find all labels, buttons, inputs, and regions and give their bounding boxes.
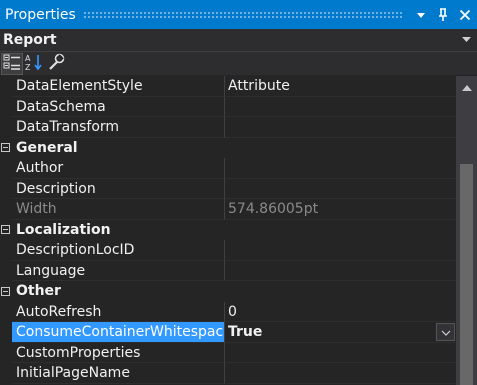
property-value[interactable] [224, 96, 456, 117]
property-row-language[interactable]: Language [0, 260, 456, 281]
property-value[interactable] [224, 158, 456, 179]
window-title: Properties [5, 6, 76, 23]
scroll-up-arrow-icon [461, 76, 472, 95]
collapse-icon[interactable] [1, 286, 10, 296]
property-value[interactable]: Attribute [224, 76, 456, 97]
category-localization[interactable]: Localization [0, 220, 456, 241]
property-name: DataSchema [12, 97, 224, 117]
property-name: Author [12, 158, 224, 179]
property-row-description[interactable]: Description [0, 178, 456, 199]
property-value[interactable] [224, 260, 456, 281]
property-row-dataelementstyle[interactable]: DataElementStyle Attribute [0, 76, 456, 97]
window-position-button[interactable] [411, 5, 431, 25]
collapse-icon[interactable] [1, 225, 10, 235]
close-icon [459, 9, 471, 21]
alphabetical-icon: A Z [25, 53, 43, 75]
property-name: Description [12, 179, 224, 199]
object-selector[interactable]: Report [0, 29, 477, 52]
category-label: Localization [16, 221, 111, 238]
collapse-icon[interactable] [1, 143, 10, 153]
property-value[interactable]: True [228, 324, 262, 340]
properties-toolbar: A Z [0, 52, 477, 75]
property-name: Language [12, 261, 224, 281]
svg-text:A: A [25, 54, 31, 63]
property-pages-icon [47, 53, 65, 75]
category-label: General [16, 139, 78, 156]
property-value[interactable] [224, 178, 456, 199]
alphabetical-button[interactable]: A Z [24, 54, 44, 74]
value-dropdown-button[interactable] [436, 323, 455, 341]
property-name: DataElementStyle [12, 76, 224, 97]
scrollbar-thumb[interactable] [460, 164, 473, 385]
selected-object-name: Report [3, 32, 57, 48]
property-name: ConsumeContainerWhitespace [12, 322, 224, 343]
property-name: DataTransform [12, 117, 224, 138]
property-row-initialpagename[interactable]: InitialPageName [0, 363, 456, 384]
categorized-button[interactable] [1, 52, 23, 75]
chevron-down-icon[interactable] [458, 32, 474, 48]
property-name: InitialPageName [12, 363, 224, 384]
property-value[interactable] [224, 363, 456, 384]
property-name: CustomProperties [12, 343, 224, 363]
property-row-author[interactable]: Author [0, 158, 456, 179]
property-row-datatransform[interactable]: DataTransform [0, 117, 456, 138]
chevron-down-icon [441, 322, 451, 342]
vertical-scrollbar[interactable] [456, 76, 477, 385]
category-general[interactable]: General [0, 138, 456, 159]
drag-grip[interactable] [82, 11, 403, 18]
property-row-consumecontainerwhitespace[interactable]: ConsumeContainerWhitespace True [0, 322, 456, 343]
scroll-up-button[interactable] [456, 76, 477, 94]
close-button[interactable] [455, 5, 475, 25]
svg-text:Z: Z [25, 63, 31, 71]
property-name: AutoRefresh [12, 302, 224, 322]
property-value[interactable] [224, 117, 456, 138]
property-row-width[interactable]: Width 574.86005pt [0, 199, 456, 220]
property-row-dataschema[interactable]: DataSchema [0, 96, 456, 117]
property-grid: DataElementStyle Attribute DataSchema Da… [0, 76, 456, 385]
property-row-autorefresh[interactable]: AutoRefresh 0 [0, 301, 456, 322]
categorized-icon [3, 53, 21, 75]
property-value-cell[interactable]: True [224, 322, 456, 343]
category-other[interactable]: Other [0, 281, 456, 302]
property-row-customproperties[interactable]: CustomProperties [0, 342, 456, 363]
pin-icon [437, 7, 449, 22]
auto-hide-button[interactable] [433, 5, 453, 25]
property-row-descriptionlocid[interactable]: DescriptionLocID [0, 240, 456, 261]
property-name: DescriptionLocID [12, 240, 224, 261]
dropdown-arrow-icon [415, 9, 427, 21]
property-value[interactable] [224, 342, 456, 363]
properties-titlebar: Properties [0, 0, 477, 29]
property-name: Width [12, 199, 224, 220]
property-value[interactable] [224, 240, 456, 261]
category-label: Other [16, 283, 61, 300]
property-value[interactable]: 0 [224, 301, 456, 322]
property-value: 574.86005pt [224, 199, 456, 220]
property-pages-button[interactable] [46, 53, 66, 75]
